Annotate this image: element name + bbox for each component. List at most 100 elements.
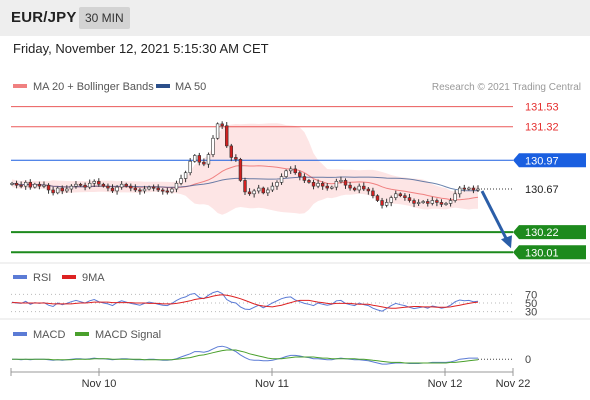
candle-body xyxy=(28,182,32,188)
candle-body xyxy=(330,186,334,189)
candle-body xyxy=(55,187,60,194)
candle-body xyxy=(448,200,453,204)
candle-body xyxy=(243,180,247,193)
candle-body xyxy=(266,189,270,194)
candle-body xyxy=(375,195,380,201)
candle-body xyxy=(293,168,297,174)
candle-body xyxy=(288,168,293,172)
candle-body xyxy=(343,180,348,186)
candle-body xyxy=(129,185,133,189)
candle-body xyxy=(101,183,106,187)
candle-body xyxy=(14,182,19,186)
candle-body xyxy=(110,187,115,192)
candle-body xyxy=(10,182,14,185)
candle-body xyxy=(33,183,37,188)
x-axis-label: Nov 12 xyxy=(428,378,463,390)
candle-body xyxy=(19,184,23,187)
candle-body xyxy=(298,172,302,177)
candle-body xyxy=(225,125,229,147)
candle-body xyxy=(92,181,96,184)
candle-body xyxy=(398,193,403,197)
candle-body xyxy=(183,172,188,179)
candle-body xyxy=(307,180,311,183)
candle-body xyxy=(439,202,444,205)
resistance-label: 131.32 xyxy=(525,122,559,134)
candle-body xyxy=(65,188,69,192)
chart-canvas: MA 20 + Bollinger Bands MA 50 Research ©… xyxy=(0,81,590,390)
candle-body xyxy=(380,200,384,206)
candle-body xyxy=(74,183,78,187)
candle-body xyxy=(24,182,28,187)
x-axis: Nov 10 Nov 11 Nov 12 Nov 22 xyxy=(10,368,531,390)
candle-body xyxy=(106,185,110,189)
candle-body xyxy=(133,187,138,191)
last-price-label: 130.67 xyxy=(525,184,559,196)
candle-body xyxy=(124,183,128,187)
candle-body xyxy=(179,178,183,184)
candle-body xyxy=(147,186,151,190)
candle-body xyxy=(366,188,371,192)
candle-body xyxy=(357,185,361,191)
candle-body xyxy=(247,191,252,195)
legend-swatch-rsi-ma xyxy=(62,275,76,279)
candle-body xyxy=(261,187,265,194)
candle-body xyxy=(211,137,215,155)
candle-body xyxy=(430,200,435,204)
candle-body xyxy=(202,161,206,165)
legend-swatch-ma50 xyxy=(156,84,170,88)
candle-body xyxy=(320,182,325,187)
candle-body xyxy=(302,176,307,181)
candle-body xyxy=(444,203,448,205)
candle-body xyxy=(476,188,480,191)
candle-body xyxy=(252,190,256,195)
candle-body xyxy=(362,185,366,190)
candle-body xyxy=(325,185,329,189)
candle-body xyxy=(270,185,275,191)
candle-body xyxy=(426,201,430,204)
candle-body xyxy=(458,187,462,195)
macd-line xyxy=(12,345,478,365)
macd-tick-label: 0 xyxy=(525,354,531,366)
candle-body xyxy=(220,123,224,127)
macd-signal-line xyxy=(12,349,479,364)
x-axis-label: Nov 11 xyxy=(255,378,289,390)
candle-body xyxy=(206,154,211,165)
candle-body xyxy=(257,187,261,192)
candle-body xyxy=(197,155,202,163)
candle-body xyxy=(435,200,439,203)
candle-body xyxy=(142,188,147,192)
candle-body xyxy=(316,182,320,187)
legend-label-rsi-ma: 9MA xyxy=(82,272,105,284)
price-legend: MA 20 + Bollinger Bands MA 50 Research ©… xyxy=(13,81,581,93)
rsi-panel: 705030 xyxy=(11,289,537,319)
candle-body xyxy=(174,182,179,190)
candle-body xyxy=(119,183,124,188)
candle-body xyxy=(352,187,357,191)
candle-body xyxy=(193,155,197,162)
candle-body xyxy=(115,186,119,192)
x-axis-label: Nov 22 xyxy=(496,378,531,390)
legend-label-rsi: RSI xyxy=(33,272,51,284)
candle-body xyxy=(384,202,389,206)
candle-body xyxy=(42,184,46,187)
candle-body xyxy=(46,184,51,191)
forecast-arrow xyxy=(480,190,512,249)
candle-body xyxy=(371,190,375,197)
x-axis-label: Nov 10 xyxy=(82,378,117,390)
legend-swatch-rsi xyxy=(13,275,27,279)
candle-body xyxy=(403,195,407,198)
legend-swatch-macd xyxy=(13,332,27,336)
candle-body xyxy=(215,123,220,139)
rsi-legend: RSI 9MA xyxy=(13,272,105,284)
candle-body xyxy=(97,181,101,185)
candle-body xyxy=(462,187,466,190)
candle-body xyxy=(412,200,416,204)
candle-body xyxy=(421,201,425,203)
candle-body xyxy=(407,197,412,201)
legend-label-ma50: MA 50 xyxy=(175,81,206,93)
candle-body xyxy=(229,145,233,158)
candle-body xyxy=(188,160,192,174)
macd-legend: MACD MACD Signal xyxy=(13,329,161,341)
candle-body xyxy=(389,197,393,203)
pivot-label: 130.97 xyxy=(525,155,559,167)
